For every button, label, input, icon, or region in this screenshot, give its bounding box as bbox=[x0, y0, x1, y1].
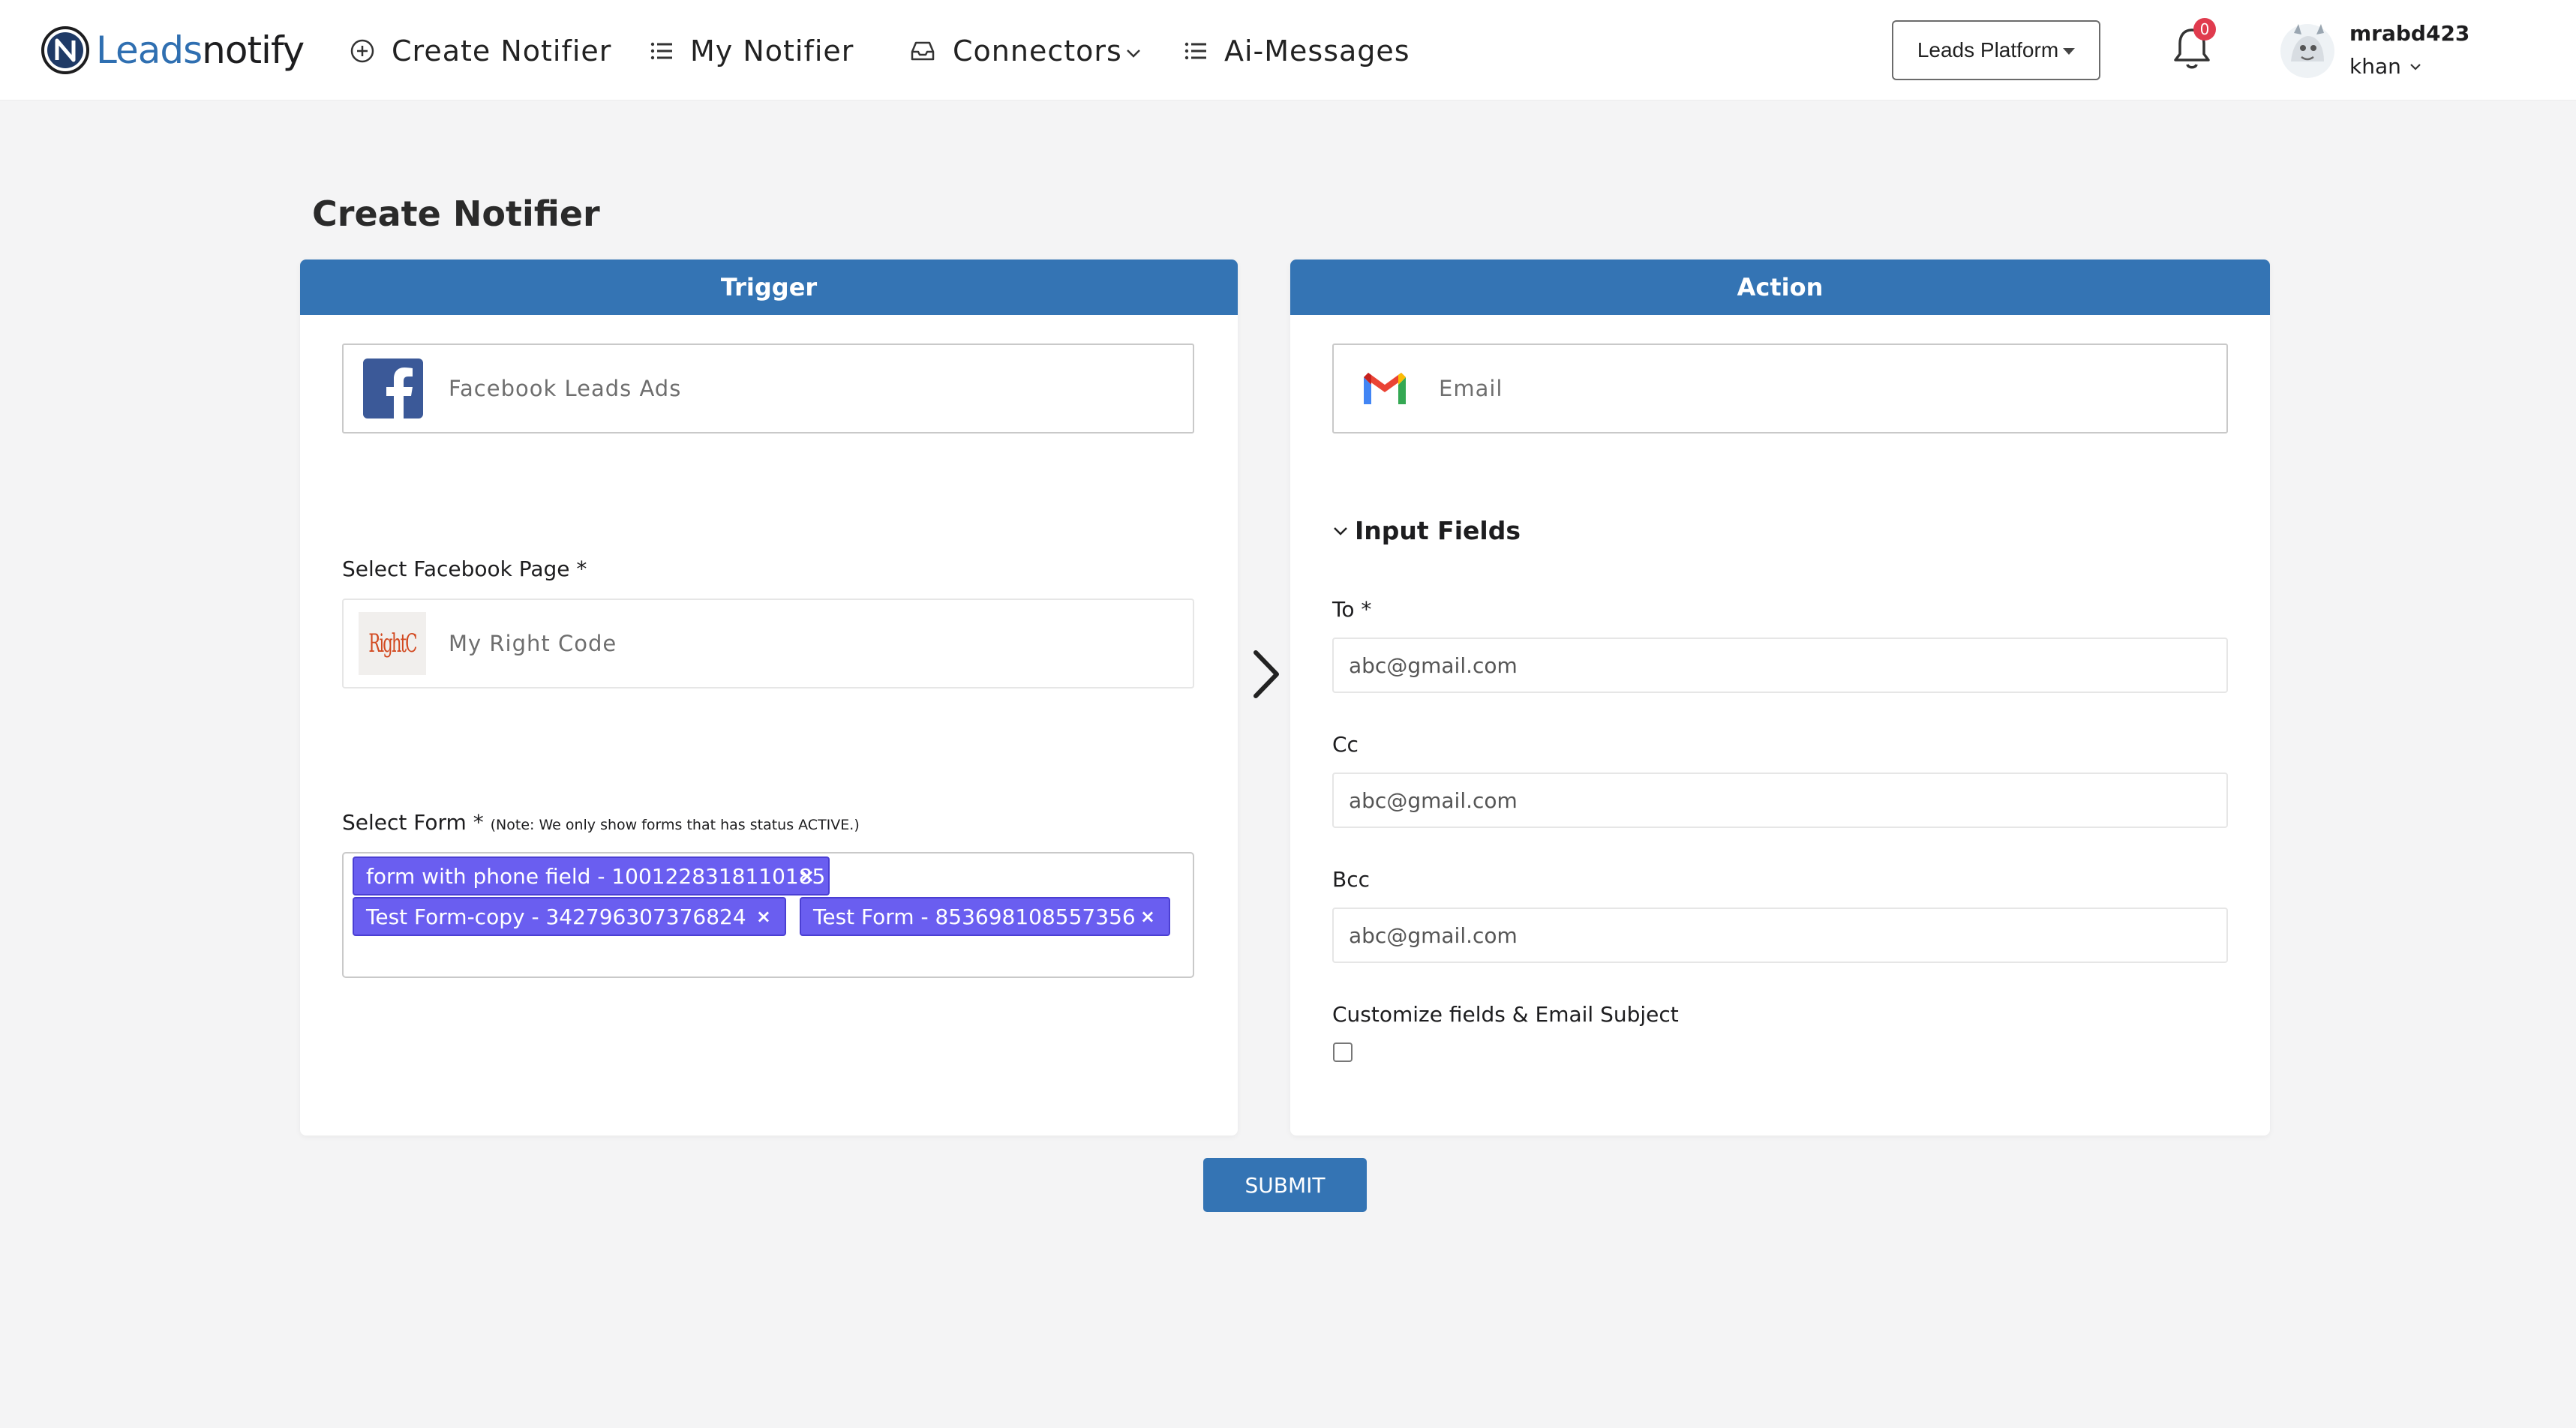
to-label: To * bbox=[1332, 597, 1372, 622]
trigger-app-selector[interactable]: Facebook Leads Ads bbox=[342, 344, 1194, 434]
page-title: Create Notifier bbox=[312, 194, 600, 234]
page-logo: RightC bbox=[359, 612, 426, 675]
nav-connectors-dropdown[interactable]: Connectors bbox=[909, 30, 1142, 72]
chevron-down-icon bbox=[1334, 526, 1347, 536]
gmail-icon bbox=[1364, 373, 1406, 404]
to-input[interactable] bbox=[1332, 638, 2228, 693]
platform-select-button[interactable]: Leads Platform bbox=[1892, 20, 2100, 80]
input-fields-title: Input Fields bbox=[1355, 516, 1521, 545]
form-chip-label: form with phone field - 1001228318110185 bbox=[366, 863, 826, 889]
facebook-page-label: Select Facebook Page * bbox=[342, 556, 587, 581]
trigger-app-name: Facebook Leads Ads bbox=[449, 376, 682, 401]
user-name[interactable]: mrabd423 bbox=[2349, 21, 2469, 46]
nav-connectors-label: Connectors bbox=[953, 34, 1122, 68]
chevron-down-icon bbox=[2410, 63, 2421, 70]
facebook-page-select[interactable]: RightC My Right Code bbox=[342, 598, 1194, 688]
leadsnotify-logo-icon bbox=[41, 26, 89, 74]
action-app-name: Email bbox=[1439, 376, 1503, 401]
input-fields-toggle[interactable]: Input Fields bbox=[1332, 516, 1521, 545]
remove-chip-icon[interactable]: × bbox=[800, 866, 815, 886]
remove-chip-icon[interactable]: × bbox=[756, 906, 771, 927]
trigger-header: Trigger bbox=[300, 260, 1238, 315]
platform-select-label: Leads Platform bbox=[1917, 38, 2059, 62]
cc-input[interactable] bbox=[1332, 772, 2228, 828]
select-form-note: (Note: We only show forms that has statu… bbox=[490, 817, 860, 833]
bcc-label: Bcc bbox=[1332, 867, 1370, 892]
submit-button[interactable]: SUBMIT bbox=[1203, 1158, 1367, 1212]
select-form-label: Select Form * (Note: We only show forms … bbox=[342, 810, 860, 835]
form-multi-select[interactable]: form with phone field - 1001228318110185… bbox=[342, 852, 1194, 978]
brand-logo[interactable]: Leadsnotify bbox=[41, 24, 305, 76]
user-menu-toggle[interactable]: khan bbox=[2349, 54, 2422, 79]
form-chip: form with phone field - 1001228318110185… bbox=[353, 856, 830, 896]
inbox-icon bbox=[911, 41, 935, 61]
nav-ai-messages-label: Ai-Messages bbox=[1224, 34, 1410, 68]
brand-name: Leadsnotify bbox=[96, 28, 305, 72]
chevron-down-icon bbox=[1126, 50, 1140, 58]
cc-label: Cc bbox=[1332, 732, 1359, 757]
nav-my-notifier-label: My Notifier bbox=[690, 34, 854, 68]
user-secondary-name: khan bbox=[2349, 54, 2401, 79]
notification-count-badge: 0 bbox=[2193, 18, 2216, 40]
nav-create-notifier[interactable]: Create Notifier bbox=[350, 30, 611, 72]
form-chip-label: Test Form - 853698108557356 bbox=[813, 904, 1136, 929]
nav-create-notifier-label: Create Notifier bbox=[392, 34, 612, 68]
avatar[interactable] bbox=[2276, 16, 2339, 80]
plus-circle-icon bbox=[350, 39, 374, 63]
chevron-right-icon bbox=[1253, 650, 1279, 698]
customize-label: Customize fields & Email Subject bbox=[1332, 1002, 1679, 1027]
bcc-input[interactable] bbox=[1332, 908, 2228, 963]
top-navbar: Leadsnotify Create Notifier My Notifier … bbox=[0, 0, 2576, 100]
nav-ai-messages[interactable]: Ai-Messages bbox=[1184, 30, 1410, 72]
list-icon bbox=[1184, 42, 1206, 60]
list-icon bbox=[650, 42, 672, 60]
caret-down-icon bbox=[2063, 48, 2076, 55]
form-chip: Test Form - 853698108557356 × bbox=[800, 897, 1170, 936]
facebook-icon bbox=[363, 358, 423, 418]
remove-chip-icon[interactable]: × bbox=[1140, 906, 1155, 927]
action-app-selector[interactable]: Email bbox=[1332, 344, 2228, 434]
action-header: Action bbox=[1290, 260, 2270, 315]
nav-my-notifier[interactable]: My Notifier bbox=[650, 30, 854, 72]
form-chip-label: Test Form-copy - 342796307376824 bbox=[366, 904, 746, 929]
facebook-page-value: My Right Code bbox=[449, 631, 617, 656]
form-chip: Test Form-copy - 342796307376824 × bbox=[353, 897, 786, 936]
customize-checkbox[interactable] bbox=[1333, 1042, 1353, 1062]
